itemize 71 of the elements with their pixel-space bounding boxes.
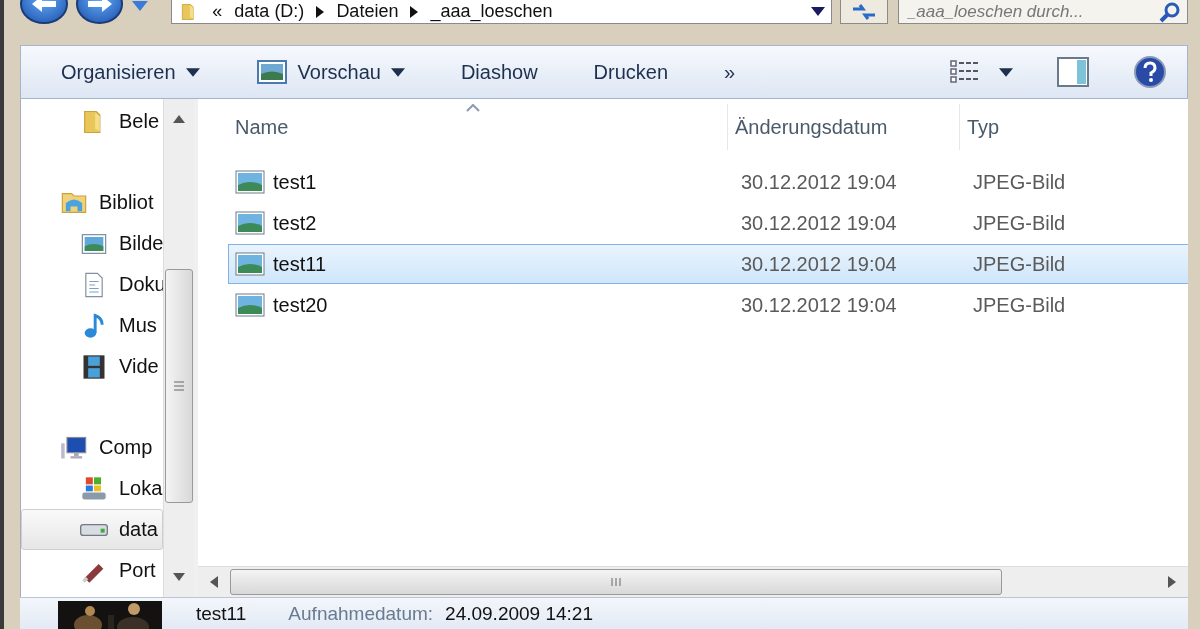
refresh-button[interactable] <box>840 0 888 24</box>
nav-item[interactable]: Port <box>21 550 163 591</box>
address-bar[interactable]: « data (D:) Dateien _aaa_loeschen <box>171 0 833 24</box>
file-name: test20 <box>273 293 328 317</box>
nav-item[interactable]: Vide <box>21 346 163 387</box>
file-row[interactable]: test1 30.12.2012 19:04 JPEG-Bild <box>228 162 1188 202</box>
caret-icon <box>390 67 405 77</box>
caret-icon[interactable] <box>811 7 826 16</box>
image-file-icon <box>235 211 265 235</box>
organize-menu[interactable]: Organisieren <box>53 54 208 90</box>
chevron-icon[interactable] <box>410 5 419 18</box>
nav-item[interactable]: Loka <box>21 468 163 509</box>
date-cell-text: 30.12.2012 19:04 <box>740 252 898 276</box>
image-file-icon <box>235 170 265 194</box>
scroll-up-icon[interactable] <box>173 115 185 123</box>
scroll-down-icon[interactable] <box>173 573 185 581</box>
history-dropdown-icon[interactable] <box>131 0 150 12</box>
image-icon <box>255 59 288 85</box>
help-icon[interactable] <box>1133 55 1167 89</box>
nav-item[interactable]: Comp <box>21 427 163 468</box>
column-header[interactable]: Name <box>228 104 728 150</box>
breadcrumb[interactable]: data (D:) <box>234 1 305 22</box>
scroll-right-icon[interactable] <box>1168 576 1176 588</box>
column-header[interactable]: Änderungsdatum <box>728 104 960 150</box>
caret-icon <box>999 67 1013 77</box>
type-cell-text: JPEG-Bild <box>972 252 1067 276</box>
preview-pane-icon[interactable] <box>1057 57 1089 87</box>
scrollbar-thumb[interactable] <box>165 269 193 503</box>
scrollbar-thumb[interactable] <box>230 569 1002 595</box>
file-name: test11 <box>196 602 247 625</box>
grip-icon <box>609 576 623 588</box>
nav-item[interactable]: Bele <box>21 101 163 142</box>
toolbar-button[interactable]: » <box>716 54 744 90</box>
type-cell-text: JPEG-Bild <box>972 211 1067 235</box>
column-header[interactable]: Typ <box>960 104 1188 150</box>
nav-item[interactable]: Bilde <box>21 223 163 264</box>
date-cell-text: 30.12.2012 19:04 <box>740 211 898 235</box>
preview-menu[interactable]: Vorschau <box>247 53 413 91</box>
refresh-icon <box>850 2 877 21</box>
address-overflow[interactable]: « <box>212 1 223 22</box>
drive-icon <box>79 523 109 536</box>
image-file-icon <box>235 252 265 276</box>
scroll-left-icon[interactable] <box>210 576 218 588</box>
breadcrumb[interactable]: Dateien <box>336 1 399 22</box>
date-cell-text: 30.12.2012 19:04 <box>740 293 898 317</box>
drive-icon <box>79 474 109 503</box>
type-cell-text: JPEG-Bild <box>972 293 1067 317</box>
chevron-icon[interactable] <box>316 5 325 18</box>
nav-item[interactable]: data <box>21 509 163 550</box>
nav-item[interactable]: Mus <box>21 305 163 346</box>
nav-item[interactable]: Bibliot <box>21 182 163 223</box>
toolbar-button[interactable]: Drucken <box>585 54 677 90</box>
search-icon <box>1159 0 1181 23</box>
grip-icon <box>172 380 186 392</box>
details-view-icon <box>949 59 981 85</box>
view-menu[interactable] <box>949 59 1013 85</box>
caret-icon <box>185 67 200 77</box>
date-cell-text: 30.12.2012 19:04 <box>740 170 898 194</box>
type-cell-text: JPEG-Bild <box>972 170 1067 194</box>
breadcrumb[interactable]: _aaa_loeschen <box>430 1 553 22</box>
image-file-icon <box>235 293 265 317</box>
arrow-right-icon <box>85 0 114 14</box>
file-name: test11 <box>273 252 326 276</box>
file-name: test1 <box>273 170 317 194</box>
file-name: test2 <box>273 211 317 235</box>
file-row[interactable]: test20 30.12.2012 19:04 JPEG-Bild <box>228 285 1188 325</box>
file-row[interactable]: test2 30.12.2012 19:04 JPEG-Bild <box>228 203 1188 243</box>
file-row[interactable]: test11 30.12.2012 19:04 JPEG-Bild <box>228 244 1188 284</box>
toolbar-button[interactable]: Diashow <box>452 54 546 90</box>
property-value: 24.09.2009 14:21 <box>445 602 593 625</box>
property-label: Aufnahmedatum: <box>288 602 434 625</box>
